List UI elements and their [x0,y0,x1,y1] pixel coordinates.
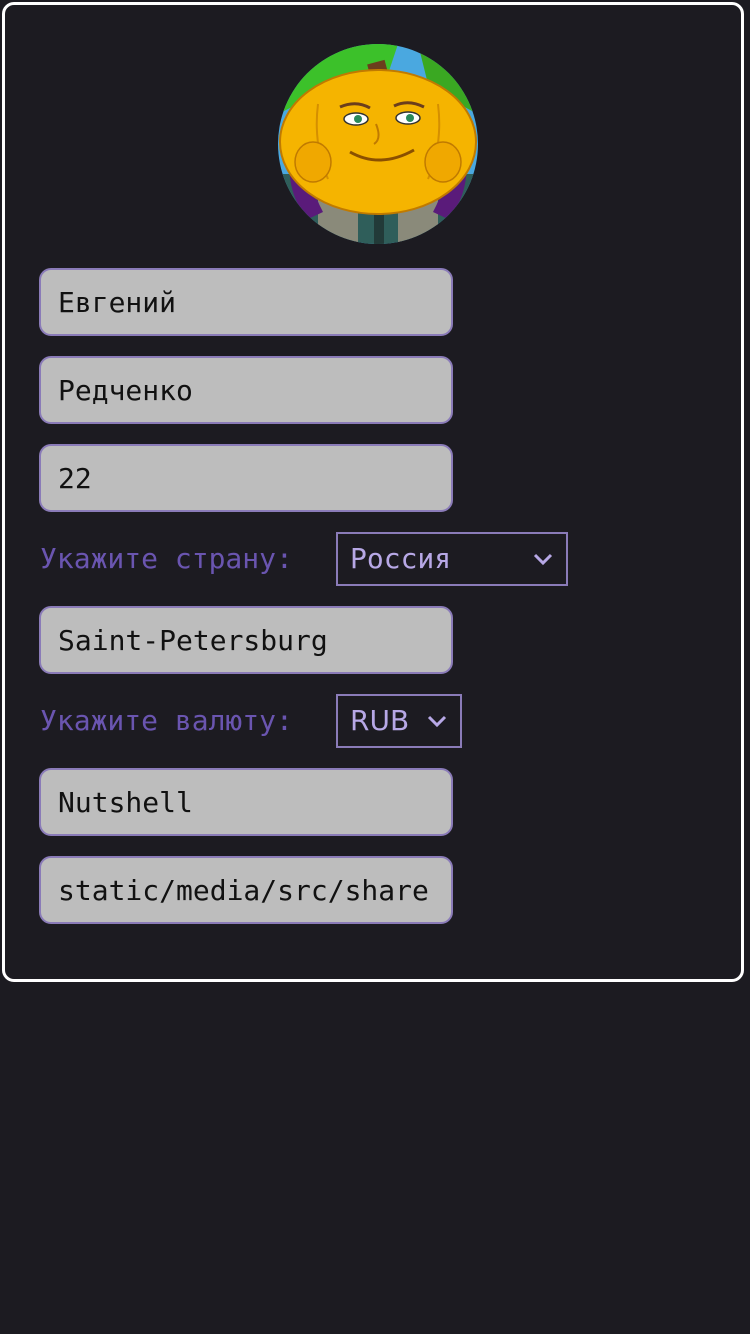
country-select[interactable]: Россия [336,532,568,586]
currency-select-value: RUB [350,704,410,737]
company-input[interactable] [39,768,453,836]
country-select-value: Россия [350,542,452,575]
last-name-input[interactable] [39,356,453,424]
avatar-path-input[interactable] [39,856,453,924]
pumpkin-avatar-icon[interactable] [278,44,478,244]
chevron-down-icon [426,710,448,732]
first-name-input[interactable] [39,268,453,336]
currency-select[interactable]: RUB [336,694,462,748]
age-input[interactable] [39,444,453,512]
chevron-down-icon [532,548,554,570]
city-input[interactable] [39,606,453,674]
currency-label: Укажите валюту: [40,704,293,737]
country-label: Укажите страну: [40,542,293,575]
